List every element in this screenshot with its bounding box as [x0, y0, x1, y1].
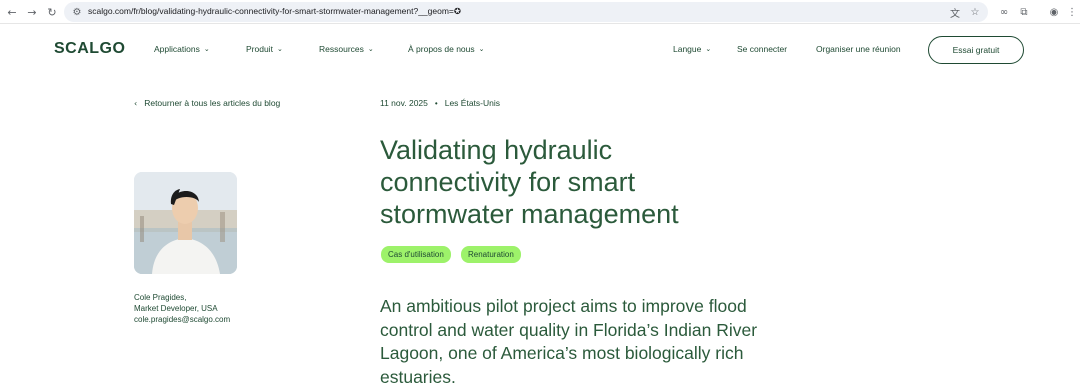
- nav-label: Produit: [246, 44, 273, 54]
- back-icon[interactable]: ←: [4, 4, 20, 20]
- nav-applications[interactable]: Applications ⌄: [154, 44, 210, 54]
- article-lead: An ambitious pilot project aims to impro…: [380, 295, 800, 389]
- menu-icon[interactable]: ⋮: [1064, 4, 1080, 20]
- profile-icon[interactable]: ◉: [1046, 4, 1062, 20]
- extensions-icon[interactable]: ⧉: [1016, 4, 1032, 20]
- translate-icon[interactable]: 文: [948, 5, 962, 20]
- title-line: connectivity for smart: [380, 167, 636, 197]
- lead-line: Lagoon, one of America’s most biological…: [380, 343, 744, 363]
- back-to-blog-link[interactable]: ‹ Retourner à tous les articles du blog: [134, 98, 280, 108]
- nav-about[interactable]: À propos de nous ⌄: [408, 44, 485, 54]
- language-label: Langue: [673, 44, 702, 54]
- nav-produit[interactable]: Produit ⌄: [246, 44, 283, 54]
- url-text: scalgo.com/fr/blog/validating-hydraulic-…: [88, 6, 462, 16]
- nav-label: Ressources: [319, 44, 364, 54]
- language-selector[interactable]: Langue ⌄: [673, 44, 711, 54]
- tag-use-case[interactable]: Cas d'utilisation: [381, 246, 451, 263]
- reload-icon[interactable]: ↻: [44, 4, 60, 20]
- browser-toolbar: ← → ↻ ⚙ scalgo.com/fr/blog/validating-hy…: [0, 0, 1080, 24]
- tune-icon[interactable]: ⚙: [70, 5, 84, 19]
- link-icon[interactable]: ∞: [996, 4, 1012, 20]
- lead-line: An ambitious pilot project aims to impro…: [380, 296, 747, 316]
- forward-icon[interactable]: →: [24, 4, 40, 20]
- article-title: Validating hydraulic connectivity for sm…: [380, 134, 740, 230]
- article-region: Les États-Unis: [444, 98, 500, 108]
- chevron-down-icon: ⌄: [705, 45, 712, 53]
- title-line: Validating hydraulic: [380, 135, 613, 165]
- chevron-down-icon: ⌄: [276, 45, 283, 53]
- nav-label: À propos de nous: [408, 44, 475, 54]
- star-icon[interactable]: ☆: [968, 5, 982, 19]
- back-link-label: Retourner à tous les articles du blog: [144, 98, 281, 108]
- title-line: stormwater management: [380, 199, 679, 229]
- nav-label: Applications: [154, 44, 200, 54]
- article-date: 11 nov. 2025: [380, 98, 428, 108]
- nav-ressources[interactable]: Ressources ⌄: [319, 44, 374, 54]
- free-trial-button[interactable]: Essai gratuit: [928, 36, 1024, 64]
- book-meeting-link[interactable]: Organiser une réunion: [816, 44, 901, 54]
- chevron-down-icon: ⌄: [367, 45, 374, 53]
- site-logo[interactable]: SCALGO: [54, 40, 125, 58]
- article-meta: 11 nov. 2025 • Les États-Unis: [380, 98, 500, 108]
- lead-line: estuaries.: [380, 366, 456, 387]
- chevron-down-icon: ⌄: [478, 45, 485, 53]
- chevron-down-icon: ⌄: [203, 45, 210, 53]
- login-link[interactable]: Se connecter: [737, 44, 787, 54]
- author-email[interactable]: cole.pragides@scalgo.com: [134, 315, 230, 324]
- author-name: Cole Pragides,: [134, 293, 187, 302]
- lead-line: control and water quality in Florida’s I…: [380, 319, 758, 340]
- author-role: Market Developer, USA: [134, 304, 218, 313]
- address-bar[interactable]: ⚙ scalgo.com/fr/blog/validating-hydrauli…: [64, 2, 988, 22]
- chevron-left-icon: ‹: [134, 98, 138, 108]
- meta-separator: •: [434, 98, 438, 108]
- author-avatar: [134, 172, 237, 274]
- tag-renaturation[interactable]: Renaturation: [461, 246, 521, 263]
